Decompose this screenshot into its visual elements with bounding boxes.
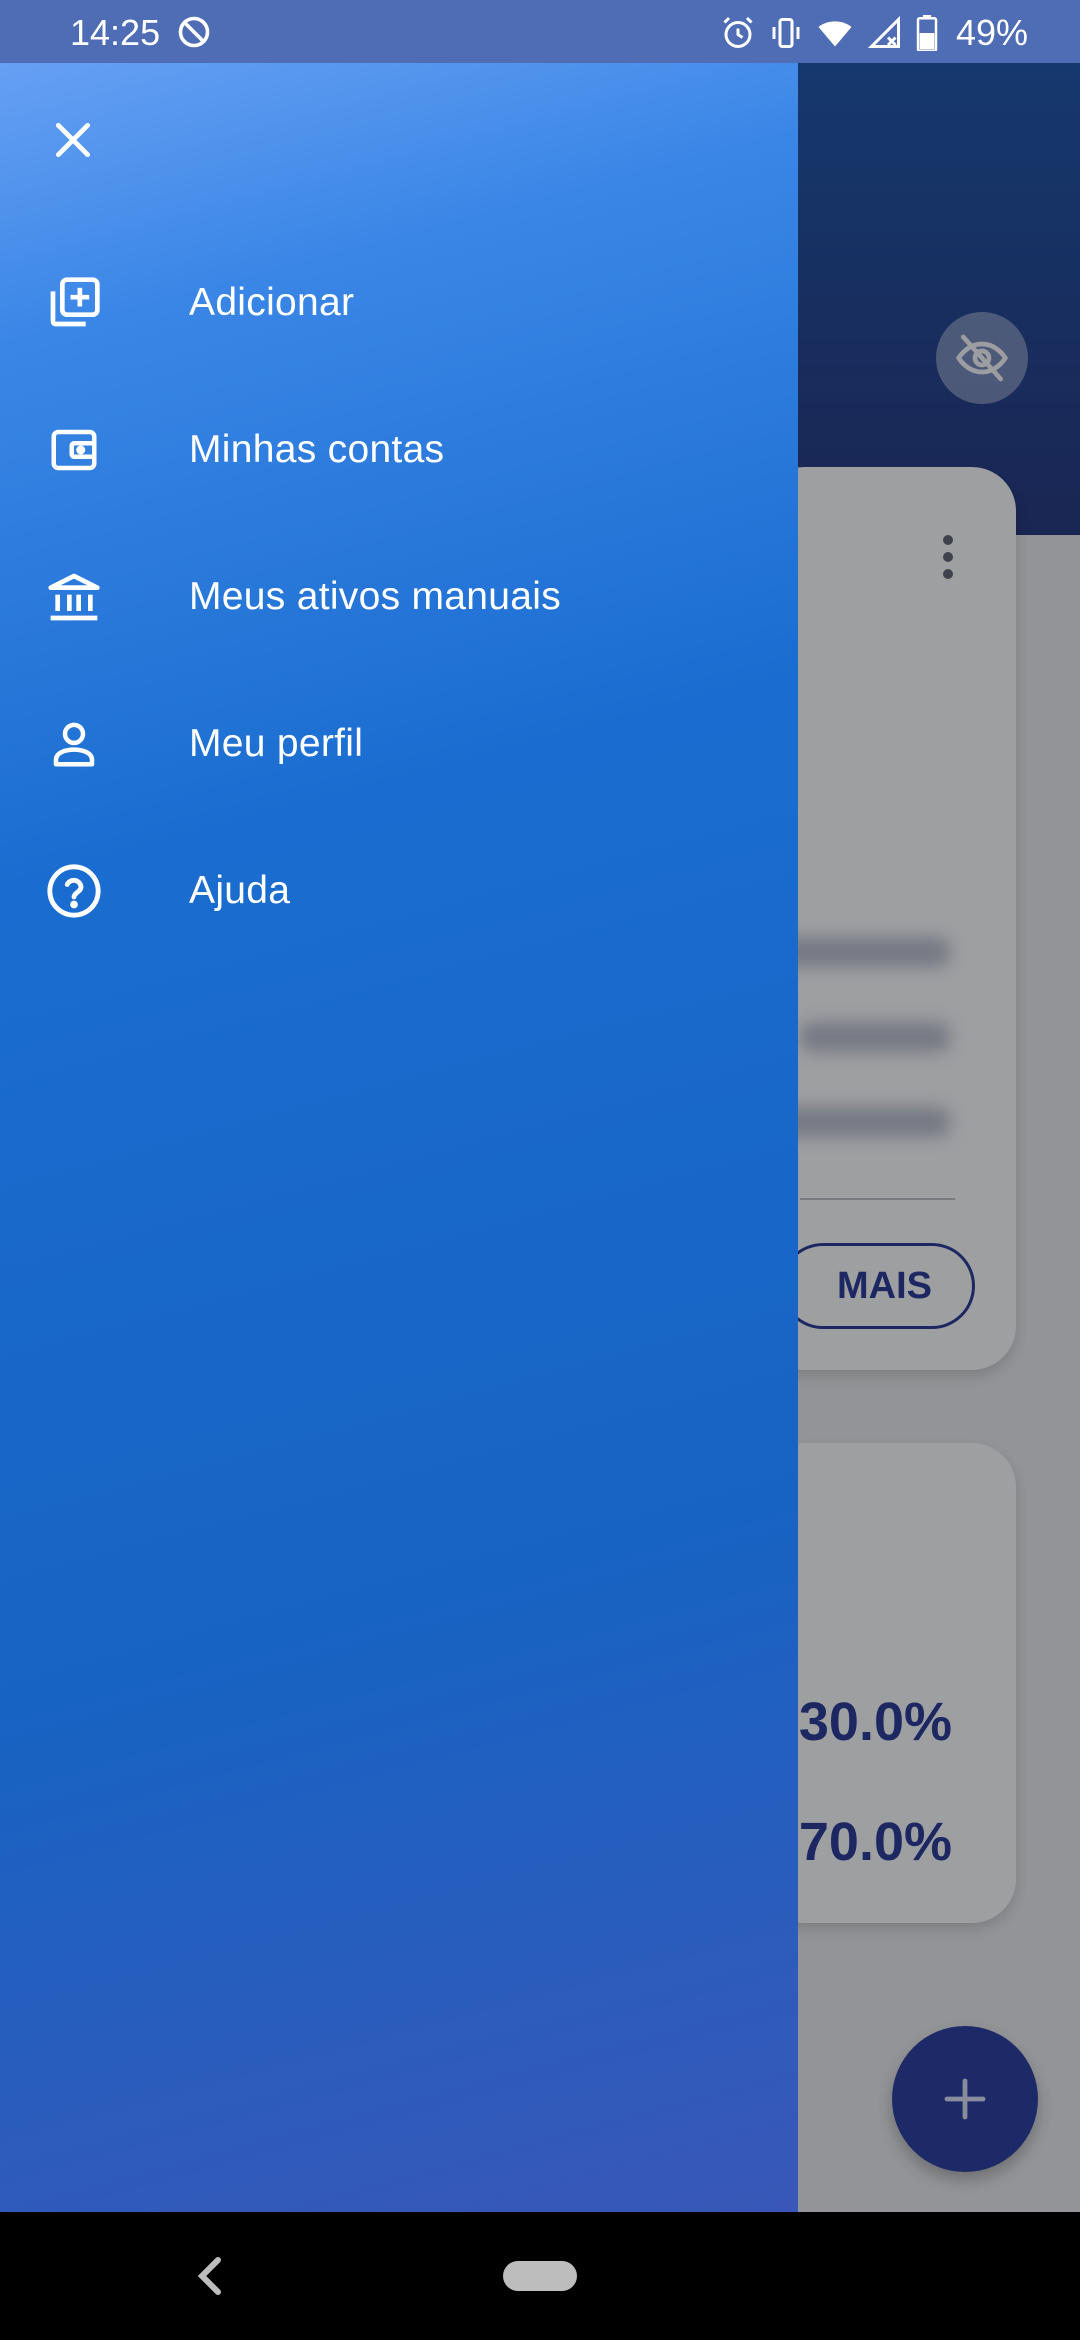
wallet-icon [44,420,104,480]
menu-item-meu-perfil[interactable]: Meu perfil [0,684,798,804]
battery-percentage: 49% [955,12,1028,53]
alarm-icon [723,16,753,48]
person-icon [44,714,104,774]
menu-item-minhas-contas[interactable]: Minhas contas [0,390,798,510]
vibrate-icon [772,18,800,48]
menu-item-label: Meus ativos manuais [189,575,562,618]
status-time: 14:25 [70,12,161,53]
menu-item-label: Ajuda [189,869,291,912]
wifi-icon [818,21,852,47]
back-chevron-icon[interactable] [190,2252,230,2300]
close-drawer-button[interactable] [48,115,98,165]
do-not-disturb-icon [178,16,210,48]
menu-item-adicionar[interactable]: Adicionar [0,243,798,363]
home-pill-button[interactable] [503,2261,577,2291]
menu-item-label: Minhas contas [189,428,445,471]
battery-icon [916,15,938,51]
menu-item-ajuda[interactable]: Ajuda [0,831,798,951]
status-bar: 14:25 49% [0,0,1080,63]
navigation-drawer: Adicionar Minhas contas Meus ativos manu… [0,63,798,2212]
bank-icon [44,567,104,627]
menu-item-label: Meu perfil [189,722,364,765]
status-icons: 49% [720,12,1028,54]
close-icon [55,122,91,158]
menu-item-meus-ativos-manuais[interactable]: Meus ativos manuais [0,537,798,657]
no-signal-icon [867,15,900,48]
menu-item-label: Adicionar [189,281,355,324]
help-circle-icon [44,861,104,921]
add-box-icon [44,273,104,333]
system-nav-bar [0,2212,1080,2340]
